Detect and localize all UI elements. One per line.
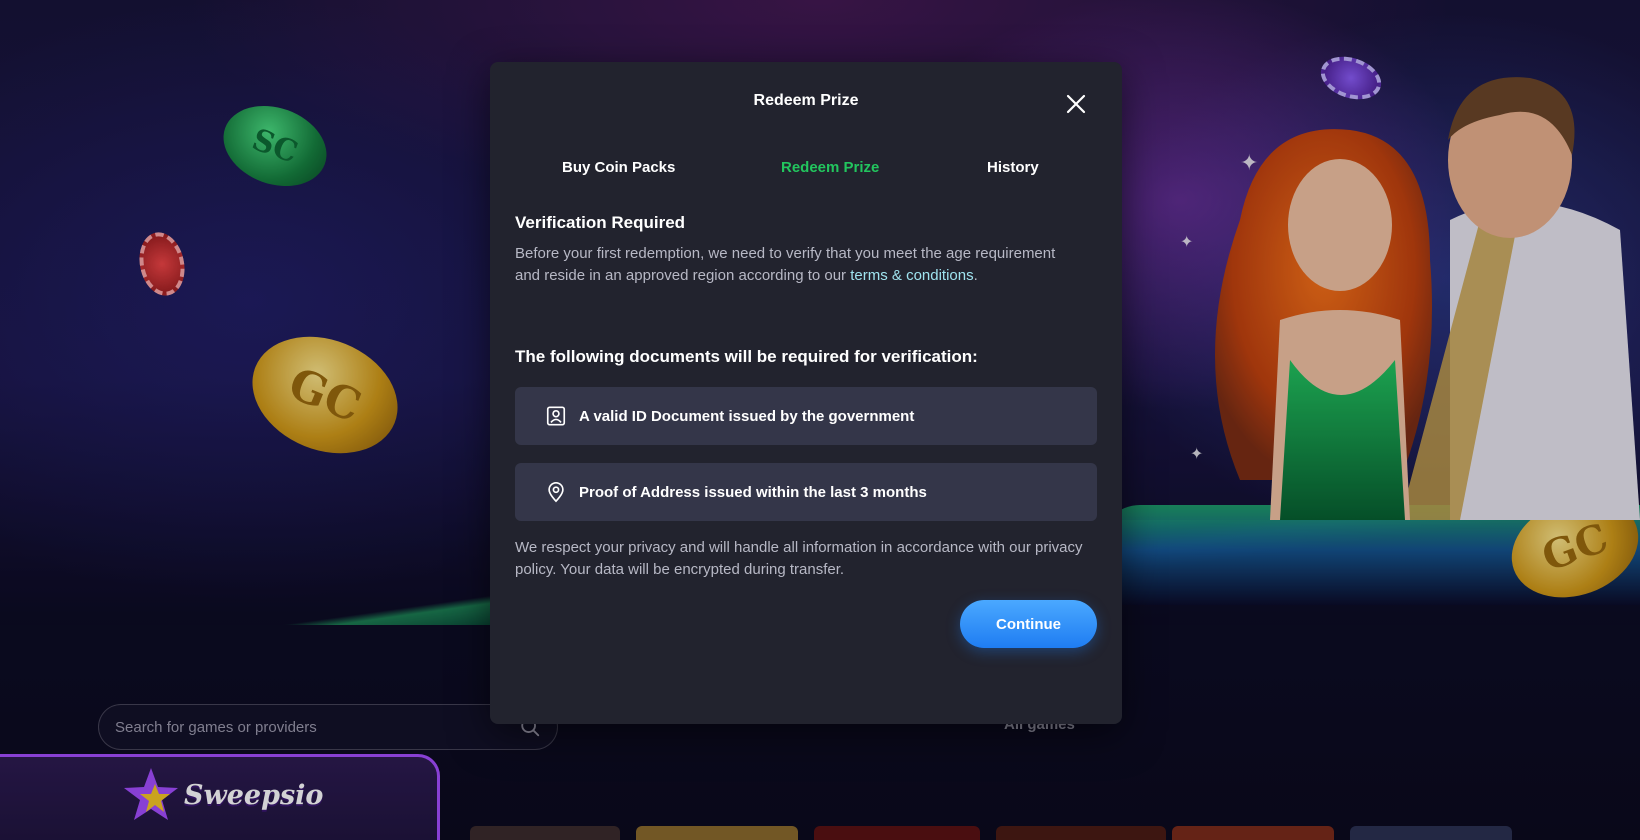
terms-link[interactable]: terms & conditions: [850, 267, 973, 284]
document-item-address: Proof of Address issued within the last …: [515, 463, 1097, 521]
verification-intro: Before your first redemption, we need to…: [515, 243, 1075, 287]
close-icon[interactable]: [1064, 92, 1088, 116]
document-item-id: A valid ID Document issued by the govern…: [515, 387, 1097, 445]
id-card-icon: [546, 406, 566, 426]
modal-tabs: Buy Coin Packs Redeem Prize History: [490, 159, 1122, 183]
tab-history[interactable]: History: [987, 159, 1039, 176]
privacy-notice: We respect your privacy and will handle …: [515, 539, 1083, 578]
tab-buy-coin-packs[interactable]: Buy Coin Packs: [562, 159, 675, 176]
location-pin-icon: [548, 482, 564, 503]
documents-heading: The following documents will be required…: [515, 347, 978, 366]
tab-redeem-prize[interactable]: Redeem Prize: [781, 159, 879, 176]
modal-title: Redeem Prize: [753, 92, 859, 109]
document-label: A valid ID Document issued by the govern…: [579, 407, 915, 425]
document-label: Proof of Address issued within the last …: [579, 483, 927, 501]
verification-heading: Verification Required: [515, 213, 686, 232]
redeem-prize-modal: Redeem Prize Buy Coin Packs Redeem Prize…: [490, 62, 1122, 724]
continue-button[interactable]: Continue: [960, 600, 1097, 648]
intro-end: .: [973, 267, 978, 284]
